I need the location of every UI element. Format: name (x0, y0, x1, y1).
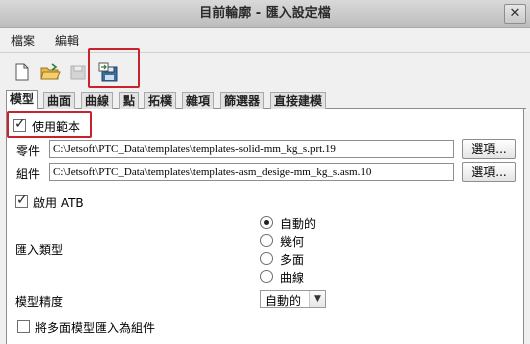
part-template-field[interactable]: C:\Jetsoft\PTC_Data\templates\templates-… (49, 140, 454, 158)
import-type-label: 匯入類型 (15, 243, 64, 257)
menu-bar: 檔案 編輯 (0, 29, 530, 51)
toolbar (0, 55, 530, 89)
menu-file[interactable]: 檔案 (11, 32, 35, 49)
new-file-icon[interactable] (11, 61, 33, 83)
close-icon: ✕ (509, 6, 521, 21)
tab-model[interactable]: 模型 (6, 90, 39, 110)
model-accuracy-label: 模型精度 (15, 295, 64, 309)
use-template-highlight-box (7, 111, 92, 138)
model-tab-panel: ✓ 使用範本 零件 C:\Jetsoft\PTC_Data\templates\… (6, 109, 524, 344)
tab-surface[interactable]: 曲面 (43, 92, 76, 109)
import-type-option-facet: 多面 (280, 253, 305, 267)
check-icon: ✓ (16, 192, 28, 208)
part-options-button[interactable]: 選項... (462, 139, 516, 159)
import-type-option-geometry: 幾何 (280, 235, 305, 249)
model-accuracy-dropdown[interactable]: 自動的 ▼ (260, 290, 326, 308)
enable-atb-label: 啟用 ATB (33, 196, 84, 210)
import-type-radio-facet[interactable] (260, 252, 273, 265)
menu-edit[interactable]: 編輯 (55, 32, 79, 49)
import-facets-as-assembly-checkbox[interactable] (17, 320, 30, 333)
radio-selected-dot (264, 220, 269, 225)
tab-bar: 模型 曲面 曲線 點 拓樸 雜項 篩選器 直接建模 (6, 90, 526, 110)
open-folder-icon[interactable] (39, 61, 61, 83)
import-type-option-curve: 曲線 (280, 271, 305, 285)
part-template-label: 零件 (16, 144, 41, 158)
import-facets-as-assembly-label: 將多面模型匯入為組件 (35, 321, 156, 335)
assembly-template-field[interactable]: C:\Jetsoft\PTC_Data\templates\templates-… (49, 163, 454, 181)
chevron-down-icon: ▼ (309, 291, 325, 307)
assembly-template-label: 組件 (16, 167, 41, 181)
import-type-radio-curve[interactable] (260, 270, 273, 283)
tab-point[interactable]: 點 (119, 92, 140, 109)
tab-direct-modeling[interactable]: 直接建模 (270, 92, 327, 109)
import-type-radio-auto[interactable] (260, 216, 273, 229)
import-type-option-auto: 自動的 (280, 217, 317, 231)
save-as-highlight-box (88, 48, 140, 88)
tab-misc[interactable]: 雜項 (182, 92, 215, 109)
tab-filter[interactable]: 篩選器 (220, 92, 265, 109)
import-type-radio-geometry[interactable] (260, 234, 273, 247)
assembly-options-button[interactable]: 選項... (462, 162, 516, 182)
close-button[interactable]: ✕ (504, 4, 526, 24)
enable-atb-checkbox[interactable]: ✓ (15, 192, 28, 208)
model-accuracy-value: 自動的 (265, 294, 302, 308)
window-title: 目前輪廓 - 匯入設定檔 (199, 6, 331, 21)
window-titlebar: 目前輪廓 - 匯入設定檔 ✕ (0, 0, 530, 28)
tab-curve[interactable]: 曲線 (81, 92, 114, 109)
toolbar-separator (0, 52, 530, 53)
save-icon[interactable] (67, 61, 89, 83)
tab-topology[interactable]: 拓樸 (144, 92, 177, 109)
